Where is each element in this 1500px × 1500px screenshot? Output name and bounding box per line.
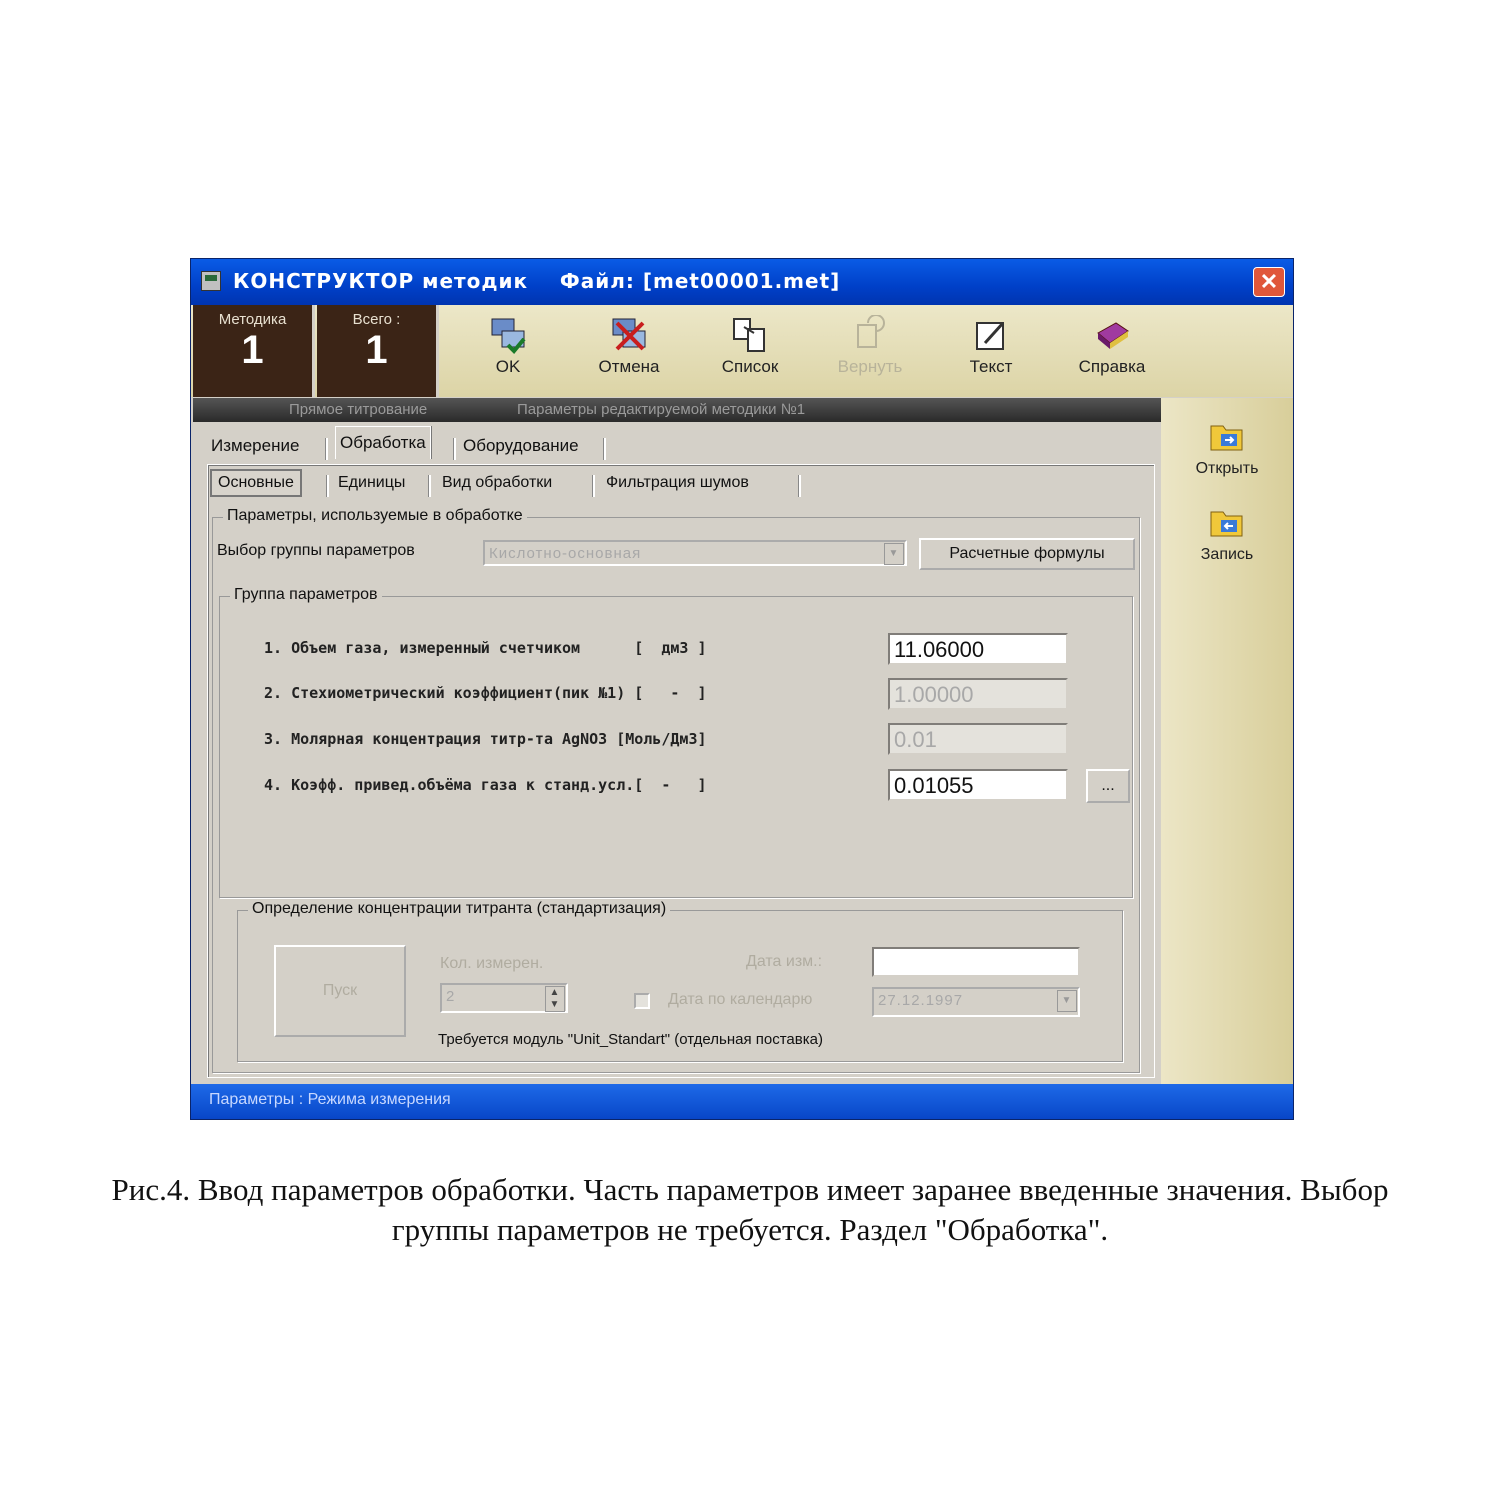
param-group-title: Группа параметров (230, 586, 382, 604)
subtab-units[interactable]: Единицы (332, 471, 411, 495)
cancel-icon (609, 315, 649, 355)
tab-separator (603, 438, 606, 460)
param-label-4: 4. Коэфф. привед.объёма газа к станд.усл… (264, 776, 707, 794)
total-counter: Всего : 1 (317, 305, 439, 397)
processing-params-group-title: Параметры, используемые в обработке (223, 507, 527, 525)
param-value-1[interactable]: 11.06000 (888, 633, 1068, 665)
param-label-1: 1. Объем газа, измеренный счетчиком [ дм… (264, 639, 707, 657)
spinner-arrows-icon[interactable]: ▲ ▼ (545, 986, 565, 1012)
open-label: Открыть (1195, 460, 1259, 477)
start-button[interactable]: Пуск (274, 945, 406, 1037)
tab-separator (592, 475, 595, 497)
ok-label: OK (495, 357, 521, 376)
count-value: 2 (446, 988, 456, 1005)
method-parameters-title: Параметры редактируемой методики №1 (517, 401, 806, 418)
save-folder-icon (1207, 502, 1247, 542)
param-label-3: 3. Молярная концентрация титр-та AgNO3 [… (264, 730, 707, 748)
restore-icon (850, 314, 890, 355)
text-button[interactable]: Текст (936, 311, 1046, 393)
tab-processing[interactable]: Обработка (335, 426, 431, 459)
tab-separator (325, 438, 328, 460)
subtab-processing-type[interactable]: Вид обработки (436, 471, 558, 495)
list-icon (730, 315, 770, 355)
param-group-box: Группа параметров 1. Объем газа, измерен… (219, 586, 1133, 898)
tab-separator (798, 475, 801, 497)
total-counter-value: 1 (365, 328, 388, 372)
help-book-icon (1092, 315, 1132, 355)
main-content: Измерение Обработка Оборудование Основны… (193, 422, 1159, 1084)
tab-separator (326, 475, 329, 497)
help-button[interactable]: Справка (1057, 311, 1167, 393)
save-button[interactable]: Запись (1175, 502, 1279, 564)
param-group-select[interactable]: Кислотно-основная ▼ (483, 540, 907, 566)
tab-measurement[interactable]: Измерение (207, 430, 303, 462)
cancel-button[interactable]: Отмена (574, 311, 684, 393)
standardization-group-title: Определение концентрации титранта (станд… (248, 900, 671, 918)
count-label: Кол. измерен. (440, 955, 544, 972)
method-info-bar: Прямое титрование Параметры редактируемо… (193, 398, 1161, 422)
method-counter-label: Методика (218, 311, 287, 328)
formulas-button[interactable]: Расчетные формулы (919, 538, 1135, 570)
open-folder-icon (1207, 416, 1247, 456)
help-label: Справка (1078, 357, 1146, 376)
side-panel: Открыть Запись (1161, 398, 1293, 1084)
param-value-4[interactable]: 0.01055 (888, 769, 1068, 801)
subtab-basic[interactable]: Основные (210, 469, 302, 497)
tab-separator (453, 438, 456, 460)
subtab-noise-filter[interactable]: Фильтрация шумов (600, 471, 755, 495)
restore-label: Вернуть (837, 357, 903, 376)
title-bar: КОНСТРУКТОР методик Файл: [met00001.met]… (191, 259, 1293, 305)
param-label-2: 2. Стехиометрический коэффициент(пик №1)… (264, 684, 707, 702)
ok-button[interactable]: OK (453, 311, 563, 393)
restore-button[interactable]: Вернуть (815, 311, 925, 393)
chevron-down-icon[interactable]: ▼ (884, 543, 904, 565)
edit-text-icon (971, 315, 1011, 355)
text-label: Текст (969, 357, 1013, 376)
cancel-label: Отмена (598, 357, 660, 376)
tab-separator (428, 475, 431, 497)
window-title: КОНСТРУКТОР методик Файл: [met00001.met] (233, 269, 841, 293)
app-icon (201, 271, 221, 291)
calendar-date-picker[interactable]: 27.12.1997 ▼ (872, 987, 1080, 1017)
ok-icon (488, 315, 528, 355)
chevron-down-icon[interactable]: ▼ (1057, 990, 1077, 1012)
close-button[interactable]: ✕ (1253, 267, 1285, 297)
calendar-date-value: 27.12.1997 (878, 992, 964, 1009)
date-field[interactable] (872, 947, 1080, 977)
param-group-select-value: Кислотно-основная (489, 545, 642, 562)
ellipsis-button[interactable]: ... (1086, 769, 1130, 803)
param-group-select-label: Выбор группы параметров (217, 542, 415, 559)
titration-type: Прямое титрование (289, 401, 428, 418)
figure-caption: Рис.4. Ввод параметров обработки. Часть … (0, 1170, 1500, 1250)
param-value-3[interactable]: 0.01 (888, 723, 1068, 755)
processing-params-group: Параметры, используемые в обработке Выбо… (212, 507, 1140, 1073)
list-label: Список (721, 357, 779, 376)
constructor-window: КОНСТРУКТОР методик Файл: [met00001.met]… (190, 258, 1294, 1120)
open-button[interactable]: Открыть (1175, 416, 1279, 478)
processing-panel: Основные Единицы Вид обработки Фильтраци… (207, 464, 1155, 1078)
standardization-group: Определение концентрации титранта (станд… (237, 900, 1123, 1062)
method-counter: Методика 1 (193, 305, 315, 397)
module-note: Требуется модуль "Unit_Standart" (отдель… (438, 1031, 823, 1048)
date-label: Дата изм.: (746, 953, 823, 970)
method-counter-value: 1 (241, 328, 264, 372)
caption-line-2: группы параметров не требуется. Раздел "… (391, 1212, 1109, 1247)
param-value-2[interactable]: 1.00000 (888, 678, 1068, 710)
calendar-checkbox-label: Дата по календарю (668, 991, 813, 1008)
count-spinner[interactable]: 2 ▲ ▼ (440, 983, 568, 1013)
status-bar: Параметры : Режима измерения (191, 1084, 1293, 1119)
caption-line-1: Рис.4. Ввод параметров обработки. Часть … (111, 1172, 1389, 1207)
save-label: Запись (1200, 546, 1254, 563)
toolbar: Методика 1 Всего : 1 OK Отмена Список Ве… (191, 305, 1293, 397)
tab-equipment[interactable]: Оборудование (459, 430, 583, 462)
list-button[interactable]: Список (695, 311, 805, 393)
calendar-checkbox[interactable] (634, 993, 650, 1009)
total-counter-label: Всего : (352, 311, 401, 328)
